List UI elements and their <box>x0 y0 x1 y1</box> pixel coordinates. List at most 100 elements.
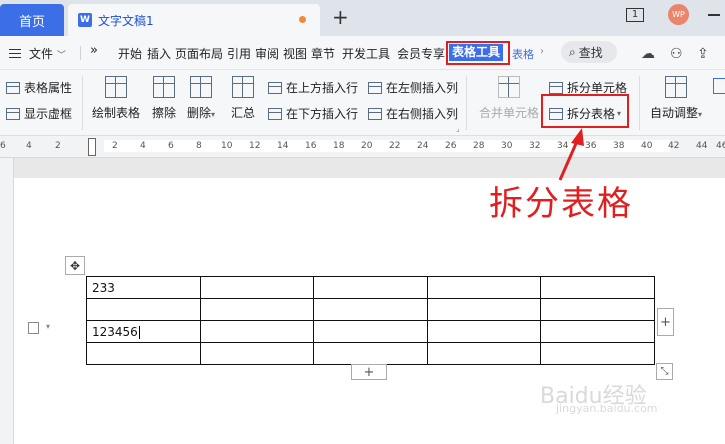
table-cell[interactable] <box>313 342 428 365</box>
tab-developer[interactable]: 开发工具 <box>342 45 390 62</box>
tab-view[interactable]: 视图 <box>283 45 307 62</box>
table-move-handle-icon[interactable]: ✥ <box>65 256 85 275</box>
vertical-ruler[interactable] <box>0 158 14 444</box>
delete-icon <box>190 76 213 98</box>
tab-table-style[interactable]: 表格 <box>512 46 534 62</box>
paragraph-handle-icon[interactable] <box>28 322 39 334</box>
delete-label-wrap: 删除▾ <box>187 104 215 121</box>
ruler-tick: 46 <box>716 141 725 151</box>
ruler-tick: 12 <box>249 141 261 151</box>
ruler-tick: 34 <box>557 141 569 151</box>
ruler-tick: 18 <box>333 141 345 151</box>
share-icon[interactable]: ⇪ <box>697 46 709 62</box>
add-column-button[interactable]: + <box>657 308 674 336</box>
tab-references[interactable]: 引用 <box>227 45 251 62</box>
ruler-tick: 4 <box>140 141 146 151</box>
draw-table-button[interactable]: 绘制表格 <box>92 76 140 121</box>
delete-button[interactable]: 删除▾ <box>187 76 215 121</box>
avatar[interactable]: WP <box>668 4 689 25</box>
minimize-icon[interactable] <box>708 14 720 16</box>
table-cell[interactable] <box>426 342 542 365</box>
table-row: 123456 <box>86 320 655 343</box>
gridlines-icon <box>6 107 20 120</box>
table-cell[interactable] <box>540 320 655 343</box>
tab-chapter[interactable]: 章节 <box>311 45 335 62</box>
user-add-icon[interactable]: ⚇ <box>670 46 683 62</box>
annotation-label: 拆分表格 <box>489 184 633 224</box>
auto-fit-label-wrap: 自动调整▾ <box>650 104 702 121</box>
tab-scroll-right-icon[interactable]: › <box>540 46 544 57</box>
table-cell[interactable] <box>199 298 315 321</box>
table-cell[interactable] <box>540 298 655 321</box>
auto-fit-icon <box>665 76 688 98</box>
ruler-tick: 10 <box>221 141 233 151</box>
menu-icon[interactable] <box>9 49 21 58</box>
watermark-subtext: jingyan.baidu.com <box>556 402 658 415</box>
insert-col-left-button[interactable]: 在左侧插入列 <box>368 79 458 96</box>
window-count-badge[interactable]: 1 <box>626 8 644 22</box>
show-gridlines-button[interactable]: 显示虚框 <box>6 105 72 122</box>
ruler-tick: 2 <box>112 141 118 151</box>
ruler-tick: 20 <box>361 141 373 151</box>
tab-member[interactable]: 会员专享 <box>397 45 445 62</box>
tab-insert[interactable]: 插入 <box>147 45 171 62</box>
tab-page-layout[interactable]: 页面布局 <box>175 45 223 62</box>
ribbon-divider <box>82 76 83 130</box>
table-cell[interactable] <box>540 342 655 365</box>
tab-start[interactable]: 开始 <box>118 45 142 62</box>
table-cell[interactable] <box>86 342 201 365</box>
insert-row-below-icon <box>268 107 282 120</box>
cloud-icon[interactable]: ☁ <box>641 46 655 62</box>
table-cell[interactable] <box>540 276 655 299</box>
table-cell[interactable] <box>199 342 315 365</box>
table-cell[interactable] <box>426 298 542 321</box>
file-menu-button[interactable]: 文件 ﹀ <box>29 45 66 62</box>
table-cell[interactable] <box>313 298 428 321</box>
chevron-down-icon: ﹀ <box>56 51 66 61</box>
ruler-tick: 22 <box>389 141 401 151</box>
auto-fit-button[interactable]: 自动调整▾ <box>650 76 702 121</box>
ruler-tick: 40 <box>641 141 653 151</box>
insert-col-right-button[interactable]: 在右侧插入列 <box>368 105 458 122</box>
table-cell-active[interactable]: 123456 <box>86 320 201 343</box>
insert-row-below-button[interactable]: 在下方插入行 <box>268 105 358 122</box>
tab-review[interactable]: 审阅 <box>255 45 279 62</box>
insert-col-left-icon <box>368 81 382 94</box>
table-cell[interactable] <box>199 276 315 299</box>
table-cell[interactable] <box>426 276 542 299</box>
chevron-down-icon[interactable]: ▾ <box>46 322 50 331</box>
ruler-tick: 28 <box>473 141 485 151</box>
summary-button[interactable]: 汇总 <box>231 76 255 121</box>
add-row-button[interactable]: + <box>351 364 387 380</box>
tab-document[interactable]: W 文字文稿1 <box>68 4 320 36</box>
ruler-tick: 36 <box>585 141 597 151</box>
ruler-tick: 8 <box>196 141 202 151</box>
table-cell[interactable]: 233 <box>86 276 201 299</box>
table-resize-icon[interactable]: ⤡ <box>656 363 673 380</box>
auto-fit-label: 自动调整 <box>650 106 699 120</box>
ribbon-overflow-icon[interactable] <box>713 78 725 94</box>
merge-cells-button[interactable]: 合并单元格 <box>479 76 539 121</box>
indent-marker-icon[interactable] <box>88 138 96 156</box>
chevron-down-icon: ▾ <box>211 110 216 119</box>
new-tab-button[interactable]: + <box>332 7 349 27</box>
ruler-tick: 14 <box>277 141 289 151</box>
search-button[interactable]: ⌕ 查找 <box>561 41 617 63</box>
more-menu-button[interactable]: » <box>90 43 98 58</box>
table-cell[interactable] <box>426 320 542 343</box>
table-cell[interactable] <box>199 320 315 343</box>
draw-table-label: 绘制表格 <box>92 106 141 120</box>
ribbon-divider <box>466 76 467 130</box>
insert-row-above-button[interactable]: 在上方插入行 <box>268 79 358 96</box>
ruler-tick: 6 <box>168 141 174 151</box>
table-row <box>86 298 655 321</box>
horizontal-ruler[interactable]: 6 4 2 2 4 6 8 10 12 14 16 18 20 22 24 26… <box>0 136 725 158</box>
eraser-button[interactable]: 擦除 <box>152 76 176 121</box>
tab-home[interactable]: 首页 <box>0 4 64 36</box>
table-cell[interactable] <box>86 298 201 321</box>
dialog-launcher-icon[interactable]: ⌟ <box>456 124 460 133</box>
table-cell[interactable] <box>313 320 428 343</box>
table-cell[interactable] <box>313 276 428 299</box>
table-properties-button[interactable]: 表格属性 <box>6 79 72 96</box>
document-table[interactable]: 233 123456 <box>86 276 655 365</box>
